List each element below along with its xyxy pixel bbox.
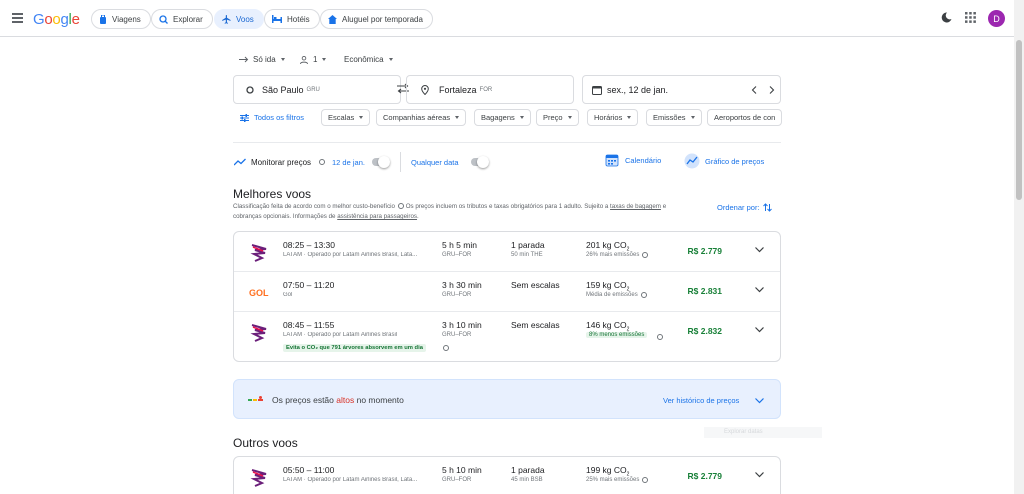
- chevron-down-icon[interactable]: [755, 327, 764, 333]
- latam-logo-icon: [250, 469, 267, 487]
- latam-logo-icon: [250, 244, 267, 262]
- filter-emissoes[interactable]: Emissões: [646, 109, 702, 126]
- apps-grid-icon[interactable]: [965, 12, 976, 23]
- trip-type-select[interactable]: Só ida: [239, 55, 285, 64]
- scrollbar[interactable]: [1014, 0, 1024, 494]
- top-bar: Google Viagens Explorar Voos Hotéis Alug…: [0, 0, 1024, 37]
- scroll-thumb[interactable]: [1016, 40, 1022, 200]
- google-logo[interactable]: Google: [33, 11, 80, 28]
- price-history-link[interactable]: Ver histórico de preços: [663, 396, 739, 405]
- filter-companhias[interactable]: Companhias aéreas: [376, 109, 467, 126]
- gol-logo-icon: GOL: [249, 288, 269, 298]
- filter-preco[interactable]: Preço: [536, 109, 579, 126]
- plane-icon: [222, 14, 231, 24]
- price-tracking-row: Monitorar preços 12 de jan. Qualquer dat…: [233, 152, 781, 172]
- info-icon[interactable]: [640, 292, 647, 298]
- best-flights-title: Melhores voos: [233, 187, 312, 201]
- chevron-down-icon[interactable]: [755, 287, 764, 293]
- best-flights-description: Classificação feita de acordo com o melh…: [233, 203, 667, 220]
- filter-sliders-icon: [240, 113, 249, 122]
- sort-icon: [762, 203, 772, 212]
- explore-icon: [159, 14, 168, 24]
- tab-voos[interactable]: Voos: [214, 9, 264, 29]
- eco-badge: Evita o CO₂ que 791 árvores absorvem em …: [283, 344, 426, 352]
- info-icon[interactable]: [319, 159, 325, 165]
- person-icon: [300, 55, 308, 64]
- info-icon[interactable]: [443, 345, 449, 351]
- price-graph-button[interactable]: Gráfico de preços: [684, 153, 764, 169]
- tab-aluguel[interactable]: Aluguel por temporada: [320, 9, 433, 29]
- any-date-label: Qualquer data: [411, 158, 459, 167]
- suitcase-icon: [100, 14, 106, 24]
- sort-button[interactable]: Ordenar por:: [717, 203, 772, 212]
- filter-aeroportos[interactable]: Aeroportos de con: [707, 109, 782, 126]
- calendar-icon: [605, 154, 619, 167]
- price: R$ 2.831: [687, 286, 723, 296]
- price: R$ 2.832: [687, 326, 723, 336]
- track-label: Monitorar preços: [251, 158, 312, 167]
- location-pin-icon: [421, 84, 429, 95]
- flight-row[interactable]: 05:50 – 11:00 LATAM · Operado por Latam …: [234, 457, 780, 494]
- calendar-button[interactable]: Calendário: [605, 153, 661, 167]
- chevron-down-icon[interactable]: [755, 472, 764, 478]
- cabin-select[interactable]: Econômica: [344, 55, 393, 64]
- origin-circle-icon: [246, 85, 254, 94]
- filter-bar: Todos os filtros Escalas Companhias aére…: [233, 109, 782, 126]
- best-flights-list: 08:25 – 13:30 LATAM · Operado por Latam …: [233, 231, 781, 362]
- calendar-icon: [592, 85, 602, 95]
- chevron-down-icon[interactable]: [755, 398, 764, 404]
- filter-bagagens[interactable]: Bagagens: [474, 109, 531, 126]
- price-level-icon: [248, 396, 263, 401]
- info-icon[interactable]: [642, 252, 649, 258]
- tab-hoteis[interactable]: Hotéis: [264, 9, 320, 29]
- house-icon: [328, 14, 337, 24]
- origin-field[interactable]: São Paulo GRU: [233, 75, 401, 104]
- price-insight-banner: Os preços estão altos no momento Ver his…: [233, 379, 781, 419]
- filter-escalas[interactable]: Escalas: [321, 109, 371, 126]
- flight-row[interactable]: 08:25 – 13:30 LATAM · Operado por Latam …: [234, 232, 780, 272]
- avatar[interactable]: D: [988, 10, 1005, 27]
- flight-row[interactable]: GOL 07:50 – 11:20 Gol 3 h 30 min GRU–FOR…: [234, 272, 780, 312]
- tab-viagens[interactable]: Viagens: [91, 9, 151, 29]
- chevron-left-icon[interactable]: [751, 86, 757, 94]
- passengers-select[interactable]: 1: [300, 55, 327, 64]
- svg-text:GOL: GOL: [249, 288, 269, 298]
- baggage-fees-link[interactable]: taxas de bagagem: [610, 203, 661, 210]
- price: R$ 2.779: [687, 246, 723, 256]
- chevron-right-icon[interactable]: [769, 86, 775, 94]
- destination-field[interactable]: Fortaleza FOR: [406, 75, 574, 104]
- any-date-toggle[interactable]: [471, 156, 489, 168]
- filter-horarios[interactable]: Horários: [587, 109, 639, 126]
- divider: [233, 142, 781, 143]
- passenger-assistance-link[interactable]: assistência para passageiros: [337, 213, 417, 220]
- bed-icon: [272, 15, 282, 23]
- price: R$ 2.779: [687, 471, 723, 481]
- chevron-down-icon[interactable]: [755, 247, 764, 253]
- separator: [400, 152, 401, 172]
- info-icon[interactable]: [657, 334, 663, 340]
- info-icon[interactable]: [398, 203, 404, 210]
- tab-explorar[interactable]: Explorar: [151, 9, 213, 29]
- other-flights-title: Outros voos: [233, 436, 298, 450]
- other-flights-list: 05:50 – 11:00 LATAM · Operado por Latam …: [233, 456, 781, 494]
- all-filters-button[interactable]: Todos os filtros: [233, 109, 310, 126]
- explore-dates-ghost: Explorar datas: [704, 427, 822, 438]
- menu-icon[interactable]: [12, 13, 23, 23]
- arrow-right-icon: [239, 56, 249, 63]
- date-field[interactable]: sex., 12 de jan.: [582, 75, 781, 104]
- track-date-toggle[interactable]: [372, 156, 390, 168]
- info-icon[interactable]: [642, 477, 649, 483]
- price-graph-icon: [684, 153, 700, 169]
- track-date: 12 de jan.: [332, 158, 365, 167]
- dark-mode-icon[interactable]: [941, 12, 952, 23]
- trend-icon: [234, 158, 246, 166]
- latam-logo-icon: [250, 324, 267, 342]
- flight-row[interactable]: 08:45 – 11:55 LATAM · Operado por Latam …: [234, 312, 780, 361]
